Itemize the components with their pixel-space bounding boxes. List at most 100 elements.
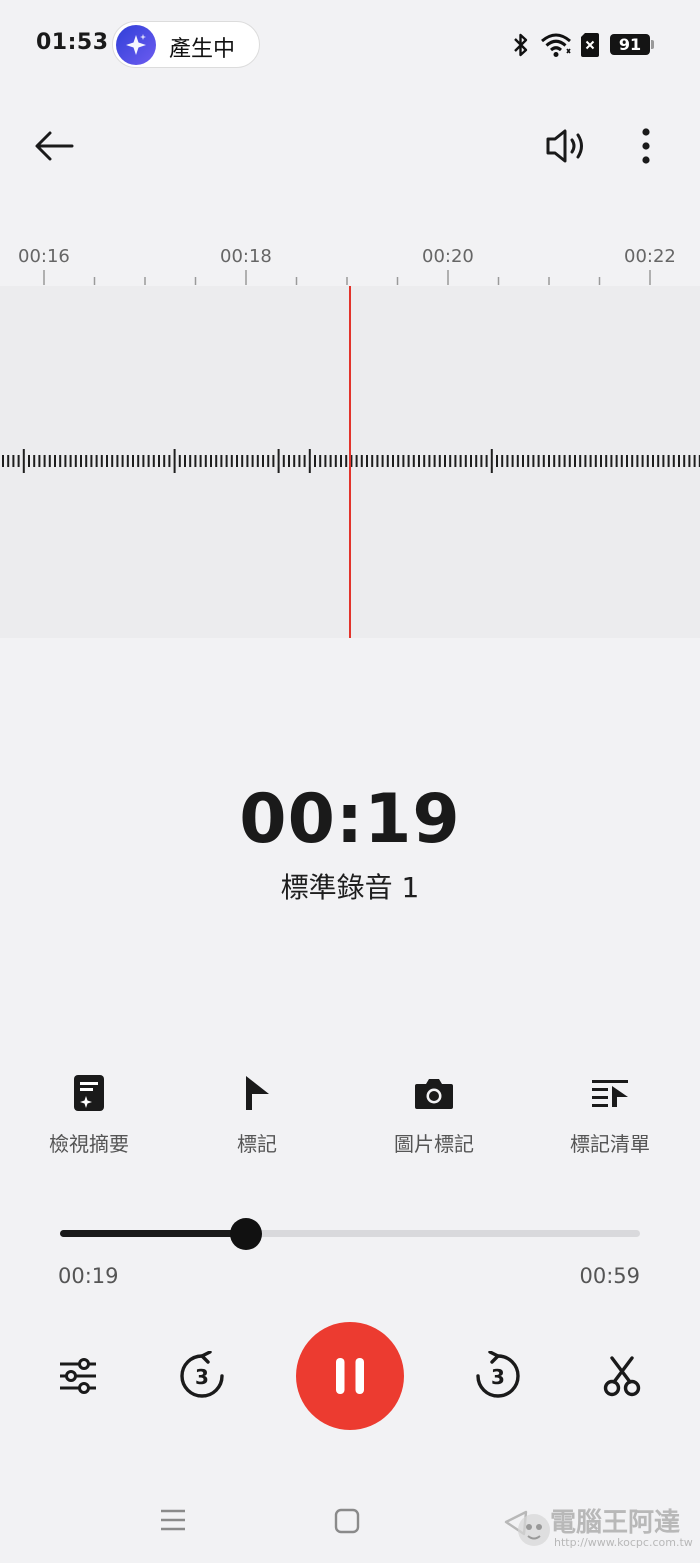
status-time: 01:53	[36, 30, 109, 55]
waveform-bar	[626, 455, 628, 467]
waveform-bar	[381, 455, 384, 467]
waveform-bar	[376, 455, 379, 467]
waveform-bar	[454, 455, 457, 467]
waveform-bar	[340, 455, 342, 467]
flag-icon	[246, 1076, 269, 1110]
waveform-bar	[693, 455, 696, 467]
progress-slider[interactable]	[60, 1218, 640, 1250]
ruler-label: 00:18	[220, 246, 272, 267]
waveform-bar	[407, 455, 410, 467]
more-options-button[interactable]	[624, 120, 668, 172]
waveform-bar	[7, 455, 10, 467]
waveform-bar	[683, 455, 686, 467]
waveform-bar	[527, 455, 530, 467]
waveform-bar	[537, 455, 540, 467]
waveform-bar	[667, 455, 670, 467]
waveform-bar	[132, 455, 134, 467]
waveform-bar	[594, 455, 597, 467]
waveform-bar	[80, 455, 82, 467]
recents-icon[interactable]	[160, 1508, 186, 1532]
waveform-bar	[688, 455, 691, 467]
pause-button[interactable]	[296, 1322, 404, 1430]
waveform-bar	[225, 455, 228, 467]
pause-icon	[336, 1358, 364, 1394]
mascot-logo-icon	[504, 1510, 550, 1546]
waveform-bar	[90, 455, 93, 467]
watermark-text: 電腦王阿達	[550, 1508, 681, 1538]
waveform-bar	[246, 455, 249, 467]
sim-off-icon	[581, 33, 599, 57]
progress-fill	[60, 1230, 246, 1237]
waveform-bar	[215, 455, 218, 467]
waveform-bar	[579, 455, 582, 467]
pill-label: 產生中	[169, 37, 236, 62]
waveform-bar	[293, 455, 296, 467]
waveform-bar	[386, 455, 389, 467]
waveform-bar	[615, 455, 618, 467]
waveform-bar	[496, 455, 498, 467]
waveform-bar	[69, 455, 72, 467]
waveform-bar	[636, 455, 639, 467]
waveform-bar	[345, 455, 348, 467]
ruler-label: 00:16	[18, 246, 70, 267]
waveform-bar	[433, 455, 436, 467]
recording-name: 標準錄音 1	[280, 871, 420, 904]
speaker-button[interactable]	[536, 120, 596, 172]
waveform-area[interactable]	[0, 286, 700, 638]
waveform-bar	[355, 455, 358, 467]
watermark-url: http://www.kocpc.com.tw	[554, 1536, 693, 1549]
waveform-bar	[189, 455, 192, 467]
watermark: 電腦王阿達 http://www.kocpc.com.tw	[502, 1498, 693, 1554]
waveform-bar	[620, 455, 623, 467]
playhead[interactable]	[349, 286, 351, 638]
time-ruler[interactable]	[0, 266, 700, 286]
waveform-bar	[220, 455, 223, 467]
waveform-bar	[334, 455, 337, 467]
rewind-3s-button[interactable]: 3	[172, 1346, 232, 1406]
waveform-bar	[12, 455, 15, 467]
waveform-bar	[646, 455, 649, 467]
waveform-bar	[319, 455, 322, 467]
more-vertical-icon	[642, 128, 650, 164]
equalizer-button[interactable]	[50, 1346, 106, 1406]
waveform-bar	[324, 455, 327, 467]
waveform-bar	[459, 455, 462, 467]
waveform-bar	[256, 455, 259, 467]
generating-pill[interactable]: 產生中	[112, 21, 260, 68]
back-button[interactable]	[26, 120, 82, 172]
waveform-bar	[194, 455, 197, 467]
waveform-bar	[475, 455, 478, 467]
waveform-bar	[605, 455, 608, 467]
forward-3s-button[interactable]: 3	[468, 1346, 528, 1406]
waveform-bar	[641, 455, 644, 467]
waveform-bar	[43, 455, 46, 467]
equalizer-icon	[60, 1358, 96, 1394]
waveform-bar	[298, 455, 301, 467]
wifi-icon	[541, 33, 571, 57]
waveform-bar	[584, 455, 587, 467]
waveform-bar	[85, 455, 88, 467]
home-icon[interactable]	[334, 1508, 360, 1534]
waveform-bar	[516, 455, 519, 467]
trim-button[interactable]	[594, 1346, 650, 1406]
waveform-bar	[678, 455, 680, 467]
mark-list-button[interactable]: 標記清單	[535, 1070, 685, 1157]
forward-label: 3	[491, 1365, 505, 1389]
waveform-bar	[464, 455, 467, 467]
waveform-bar	[54, 455, 56, 467]
waveform-bar	[100, 455, 103, 467]
image-mark-button[interactable]: 圖片標記	[359, 1070, 509, 1157]
waveform-bar	[22, 449, 25, 473]
waveform-bar	[485, 455, 488, 467]
waveform-bar	[241, 455, 244, 467]
waveform-bar	[412, 455, 415, 467]
waveform-bar	[262, 455, 264, 467]
waveform-bar	[168, 455, 171, 467]
waveform-bar	[303, 455, 306, 467]
progress-thumb[interactable]	[229, 1218, 262, 1250]
waveform-bar	[652, 455, 654, 467]
mark-button[interactable]: 標記	[182, 1070, 332, 1157]
view-summary-button[interactable]: 檢視摘要	[14, 1070, 164, 1157]
waveform-bar	[33, 455, 36, 467]
mark-list-label: 標記清單	[570, 1132, 650, 1156]
